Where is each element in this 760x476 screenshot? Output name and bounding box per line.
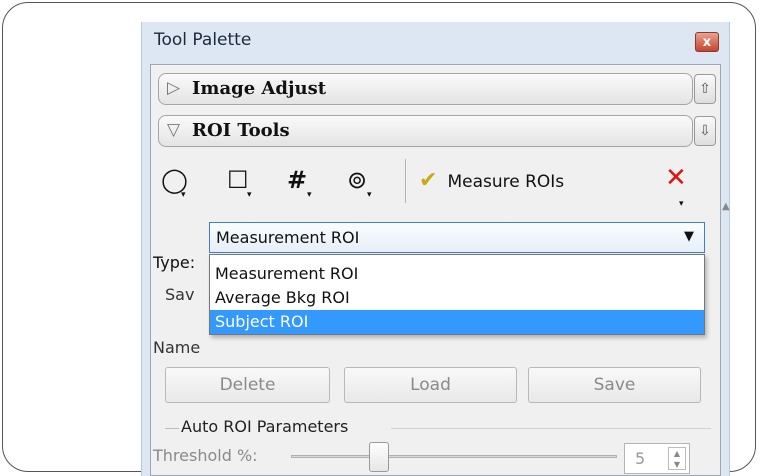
close-button[interactable]: x bbox=[695, 32, 719, 52]
section-roi-tools[interactable]: ▽ ROI Tools bbox=[158, 115, 693, 147]
dropdown-option[interactable]: Measurement ROI bbox=[210, 262, 701, 286]
collapse-arrow-icon: ▽ bbox=[167, 120, 181, 140]
measure-rois-label: Measure ROIs bbox=[447, 172, 565, 192]
type-dropdown-list: Measurement ROI Average Bkg ROI Subject … bbox=[209, 254, 705, 335]
dropdown-option-selected[interactable]: Subject ROI bbox=[210, 310, 704, 334]
dropdown-option[interactable]: Average Bkg ROI bbox=[210, 286, 701, 310]
chevron-down-icon: ▼ bbox=[684, 229, 694, 244]
window-title: Tool Palette bbox=[154, 30, 252, 50]
section-label: Image Adjust bbox=[192, 78, 327, 99]
dropdown-arrow-icon: ▾ bbox=[247, 190, 252, 200]
save-button[interactable]: Save bbox=[528, 367, 701, 403]
threshold-slider-thumb[interactable] bbox=[369, 442, 389, 472]
type-select[interactable]: Measurement ROI ▼ bbox=[209, 222, 705, 253]
roi-toolbar: ◯ ▾ ☐ ▾ # ▾ ⊚ ▾ ✔ Measure ROIs ✕ ▾ bbox=[157, 159, 697, 209]
measure-check-icon: ✔ bbox=[419, 168, 438, 193]
toolbar-separator bbox=[405, 159, 406, 203]
name-label: Name bbox=[153, 338, 201, 357]
up-arrow-icon[interactable]: ⇧ bbox=[694, 74, 716, 104]
dropdown-arrow-icon: ▾ bbox=[181, 190, 186, 200]
dropdown-arrow-icon: ▾ bbox=[367, 190, 372, 200]
grid-roi-icon[interactable]: # ▾ bbox=[283, 165, 319, 200]
auto-roi-group-title: Auto ROI Parameters bbox=[181, 417, 349, 436]
group-border bbox=[165, 428, 179, 429]
dropdown-arrow-icon: ▾ bbox=[679, 199, 684, 209]
type-select-value: Measurement ROI bbox=[216, 228, 360, 247]
threshold-slider-track[interactable] bbox=[291, 455, 617, 458]
save-group-title: Sav bbox=[165, 285, 195, 304]
threshold-label: Threshold %: bbox=[153, 446, 258, 465]
rectangle-roi-icon[interactable]: ☐ ▾ bbox=[223, 165, 259, 200]
ellipse-roi-icon[interactable]: ◯ ▾ bbox=[157, 165, 193, 200]
section-label: ROI Tools bbox=[192, 120, 290, 141]
threshold-spinbox[interactable]: 5 ▲ ▼ bbox=[624, 443, 690, 474]
threshold-value: 5 bbox=[635, 449, 646, 468]
measure-rois-button[interactable]: ✔ Measure ROIs bbox=[419, 163, 564, 199]
load-button[interactable]: Load bbox=[344, 367, 517, 403]
scroll-up-icon[interactable]: ▲ bbox=[722, 201, 730, 212]
expand-arrow-icon: ▷ bbox=[167, 78, 181, 98]
group-border bbox=[391, 428, 711, 429]
delete-button[interactable]: Delete bbox=[165, 367, 330, 403]
type-label: Type: bbox=[153, 253, 196, 272]
auto-roi-icon[interactable]: ⊚ ▾ bbox=[343, 165, 379, 200]
down-arrow-icon[interactable]: ⇩ bbox=[694, 116, 716, 146]
delete-roi-icon[interactable]: ✕ ▾ bbox=[665, 163, 687, 209]
dropdown-arrow-icon: ▾ bbox=[307, 190, 312, 200]
spin-arrows-icon[interactable]: ▲ ▼ bbox=[668, 447, 686, 470]
section-image-adjust[interactable]: ▷ Image Adjust bbox=[158, 73, 693, 105]
